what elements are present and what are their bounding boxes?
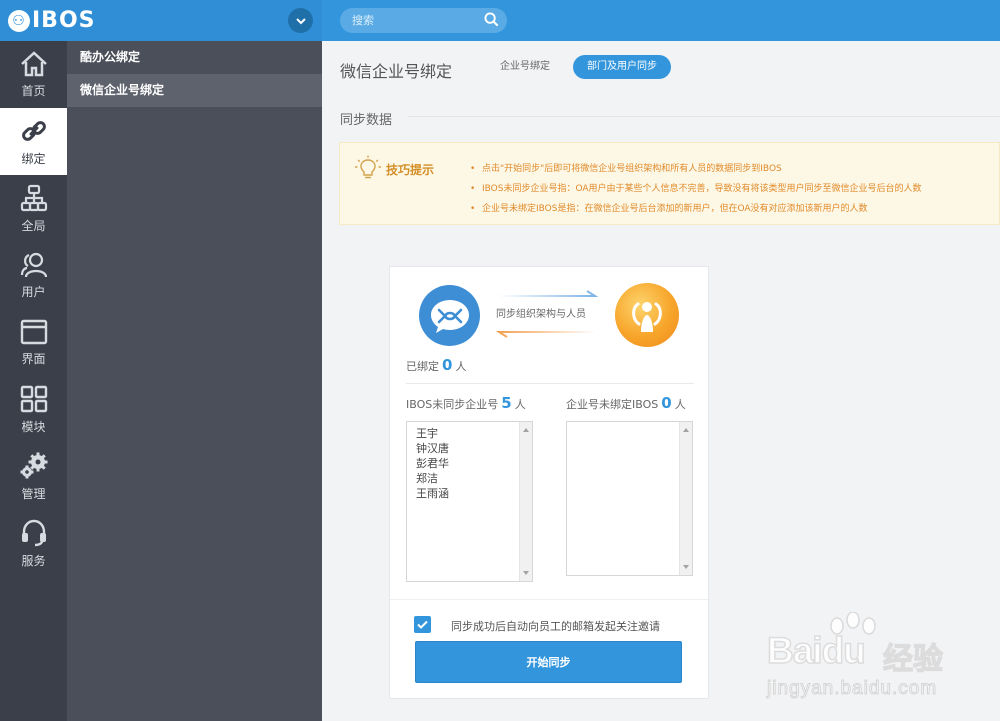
auto-invite-checkbox[interactable] bbox=[414, 616, 431, 633]
headset-icon bbox=[21, 519, 46, 546]
arrow-left-icon bbox=[496, 331, 596, 338]
person-unit: 人 bbox=[514, 398, 526, 411]
divider bbox=[406, 383, 694, 384]
watermark-cn: 经验 bbox=[882, 641, 943, 677]
nav-item-bind[interactable]: 绑定 bbox=[0, 108, 67, 175]
nav-item-global[interactable]: 全局 bbox=[0, 175, 67, 242]
baidu-jingyan-watermark: Baidu 经验 jingyan.baidu.com bbox=[765, 612, 995, 712]
nav-item-home[interactable]: 首页 bbox=[0, 41, 67, 108]
nav-item-label: 全局 bbox=[21, 218, 46, 233]
nav-item-label: 首页 bbox=[21, 83, 46, 98]
logo-area: ⚇ IBOS bbox=[0, 0, 322, 41]
list-item[interactable]: 王雨涵 bbox=[416, 486, 449, 501]
nav-item-manage[interactable]: 管理 bbox=[0, 443, 67, 510]
list-item[interactable]: 王宇 bbox=[416, 426, 449, 441]
tip-item: IBOS未同步企业号指：OA用户由于某些个人信息不完善，导致没有将该类型用户同步… bbox=[470, 179, 922, 199]
list-item[interactable]: 钟汉唐 bbox=[416, 441, 449, 456]
home-icon bbox=[20, 50, 47, 76]
scroll-up-arrow-icon[interactable] bbox=[523, 428, 529, 432]
collapse-menu-button[interactable] bbox=[288, 8, 313, 33]
search-box bbox=[340, 8, 507, 33]
grid-icon bbox=[20, 385, 47, 412]
check-icon bbox=[417, 620, 428, 629]
auto-invite-label[interactable]: 同步成功后自动向员工的邮箱发起关注邀请 bbox=[451, 618, 660, 634]
nav-item-label: 用户 bbox=[21, 284, 46, 299]
ibos-unsynced-count: 5 bbox=[501, 394, 512, 412]
org-icon bbox=[20, 184, 47, 211]
list-item[interactable]: 彭君华 bbox=[416, 456, 449, 471]
window-icon bbox=[20, 319, 47, 344]
scroll-down-arrow-icon[interactable] bbox=[683, 565, 689, 569]
ibos-unsynced-stat: IBOS未同步企业号 5 人 bbox=[406, 394, 526, 412]
bound-count-text: 已绑定 0 人 bbox=[406, 356, 466, 374]
sub-nav: 酷办公绑定 微信企业号绑定 bbox=[67, 41, 322, 721]
nav-item-label: 服务 bbox=[21, 553, 46, 568]
divider bbox=[390, 599, 708, 600]
ibos-unsynced-label: IBOS未同步企业号 bbox=[406, 398, 499, 411]
ibos-mark-icon bbox=[632, 302, 662, 332]
nav-item-modules[interactable]: 模块 bbox=[0, 376, 67, 443]
main-nav: 首页 绑定 全局 用户 界面 模块 管理 服务 bbox=[0, 41, 67, 721]
tips-panel: 技巧提示 点击"开始同步"后即可将微信企业号组织架构和所有人员的数据同步到IBO… bbox=[339, 142, 1000, 225]
page-title: 微信企业号绑定 bbox=[340, 62, 453, 81]
scroll-up-arrow-icon[interactable] bbox=[683, 428, 689, 432]
section-divider bbox=[408, 116, 1000, 117]
link-icon bbox=[21, 120, 46, 141]
tip-item: 点击"开始同步"后即可将微信企业号组织架构和所有人员的数据同步到IBOS bbox=[470, 159, 922, 179]
search-icon[interactable] bbox=[484, 12, 499, 27]
person-unit: 人 bbox=[674, 398, 686, 411]
sync-direction-label: 同步组织架构与人员 bbox=[496, 309, 586, 320]
bound-count: 0 bbox=[442, 356, 453, 374]
watermark-url: jingyan.baidu.com bbox=[766, 678, 938, 700]
nav-item-label: 绑定 bbox=[21, 151, 46, 166]
tips-list: 点击"开始同步"后即可将微信企业号组织架构和所有人员的数据同步到IBOS IBO… bbox=[470, 159, 922, 219]
wx-unbound-count: 0 bbox=[661, 394, 672, 412]
scrollbar[interactable] bbox=[679, 422, 692, 575]
wechat-work-icon bbox=[430, 299, 469, 333]
tab-dept-user-sync[interactable]: 部门及用户同步 bbox=[573, 55, 671, 79]
search-input[interactable] bbox=[340, 8, 470, 33]
app-logo[interactable]: ⚇ IBOS bbox=[8, 8, 96, 33]
logo-text: IBOS bbox=[32, 8, 96, 33]
person-unit: 人 bbox=[455, 360, 467, 373]
tips-label: 技巧提示 bbox=[386, 163, 435, 177]
sync-card: 同步组织架构与人员 已绑定 0 人 IBOS未同步企业号 5 人 企业号未绑定IBOS 0… bbox=[389, 266, 709, 699]
scroll-down-arrow-icon[interactable] bbox=[523, 571, 529, 575]
users-icon bbox=[20, 252, 47, 277]
ibos-logo bbox=[615, 283, 679, 347]
nav-item-label: 管理 bbox=[21, 486, 46, 501]
nav-item-label: 界面 bbox=[21, 351, 46, 366]
tab-enterprise-bind[interactable]: 企业号绑定 bbox=[486, 55, 564, 79]
wechat-work-logo bbox=[419, 285, 480, 346]
unbound-users-list[interactable] bbox=[566, 421, 693, 576]
wx-unbound-stat: 企业号未绑定IBOS 0 人 bbox=[566, 394, 686, 412]
scrollbar[interactable] bbox=[519, 422, 532, 581]
subnav-item-wechat[interactable]: 微信企业号绑定 bbox=[67, 74, 322, 107]
unsynced-users-list[interactable]: 王宇 钟汉唐 彭君华 郑洁 王雨涵 bbox=[406, 421, 533, 582]
nav-item-label: 模块 bbox=[21, 419, 46, 434]
logo-mark-icon: ⚇ bbox=[8, 9, 30, 32]
watermark-brand: Baidu bbox=[766, 629, 866, 672]
top-bar: ⚇ IBOS bbox=[0, 0, 1000, 41]
tip-item: 企业号未绑定IBOS是指：在微信企业号后台添加的新用户，但在OA没有对应添加该新… bbox=[470, 199, 922, 219]
nav-item-users[interactable]: 用户 bbox=[0, 242, 67, 309]
arrow-right-icon bbox=[498, 290, 598, 297]
gears-icon bbox=[20, 452, 47, 478]
user-names: 王宇 钟汉唐 彭君华 郑洁 王雨涵 bbox=[416, 426, 449, 501]
list-item[interactable]: 郑洁 bbox=[416, 471, 449, 486]
subnav-item-kubangong[interactable]: 酷办公绑定 bbox=[67, 41, 322, 74]
chevron-down-icon bbox=[295, 17, 306, 24]
bound-label: 已绑定 bbox=[406, 360, 439, 373]
section-title: 同步数据 bbox=[340, 113, 393, 128]
lightbulb-icon bbox=[355, 155, 381, 179]
nav-item-service[interactable]: 服务 bbox=[0, 510, 67, 577]
wx-unbound-label: 企业号未绑定IBOS bbox=[566, 398, 659, 411]
start-sync-button[interactable]: 开始同步 bbox=[415, 641, 682, 683]
nav-item-interface[interactable]: 界面 bbox=[0, 309, 67, 376]
